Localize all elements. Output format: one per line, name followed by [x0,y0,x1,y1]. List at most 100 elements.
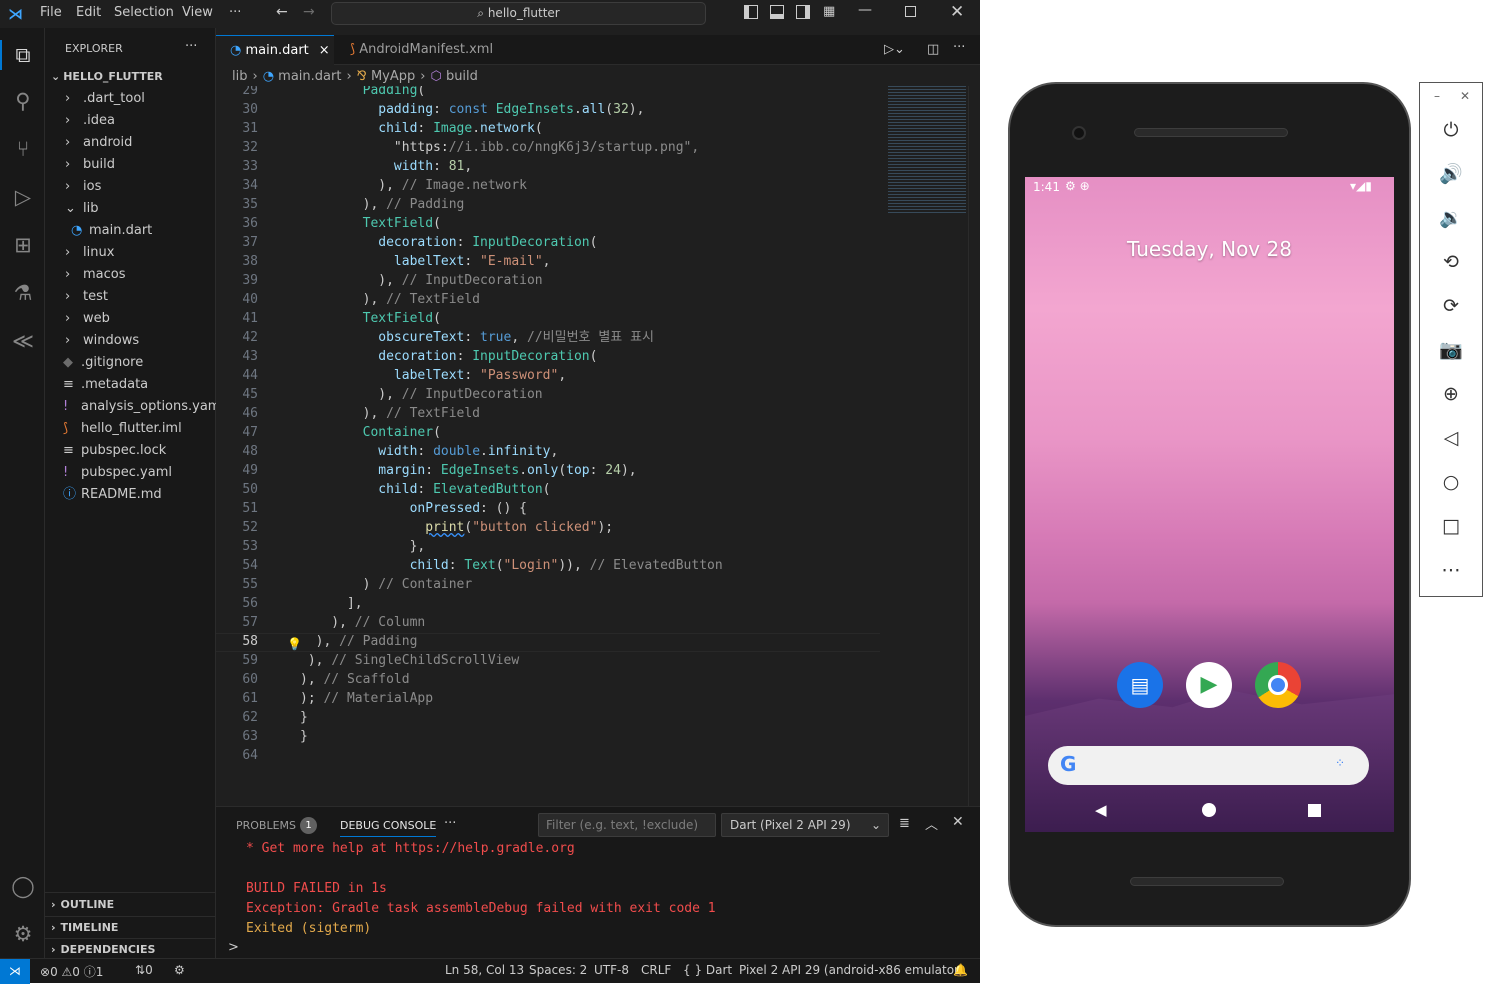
dependencies-section[interactable]: › DEPENDENCIES [45,938,216,960]
tab-problems[interactable]: PROBLEMS [236,819,296,832]
ports-status[interactable]: ⇅0 [135,963,153,977]
menu-edit[interactable]: Edit [76,5,101,20]
account-icon[interactable]: ◯ [10,873,36,899]
tree-item[interactable]: › ios [45,176,216,198]
settings-gear-icon[interactable]: ⚙ [10,921,36,947]
maximize-panel-icon[interactable]: ︿ [925,814,938,833]
code-editor[interactable]: 💡 29 Padding(30 padding: const EdgeInset… [216,86,980,806]
code-line[interactable]: ), // Padding [300,632,418,651]
tree-item[interactable]: ! pubspec.yaml [45,462,216,484]
tab-android-manifest[interactable]: ⟆ AndroidManifest.xml [336,35,511,65]
explorer-more-icon[interactable]: ··· [185,39,197,54]
play-store-app-icon[interactable]: ▶ [1186,662,1232,708]
code-line[interactable]: width: 81, [300,157,472,176]
code-line[interactable]: padding: const EdgeInsets.all(32), [300,100,644,119]
tree-item[interactable]: ⌄ lib [45,198,216,220]
code-line[interactable]: width: double.infinity, [300,442,558,461]
source-control-icon[interactable]: ⑂ [10,136,36,162]
code-line[interactable]: TextField( [300,309,441,328]
toggle-panel-icon[interactable] [770,5,784,19]
tree-item[interactable]: ≡ .metadata [45,374,216,396]
close-tab-icon[interactable]: × [319,43,330,58]
tree-item[interactable]: › macos [45,264,216,286]
cursor-position[interactable]: Ln 58, Col 13 [445,963,524,977]
code-line[interactable]: labelText: "Password", [300,366,566,385]
maximize-icon[interactable] [905,6,916,17]
close-icon[interactable]: ✕ [1460,89,1470,103]
code-line[interactable]: ), // SingleChildScrollView [300,651,519,670]
tree-item[interactable]: ⟆ hello_flutter.iml [45,418,216,440]
testing-icon[interactable]: ⚗ [10,280,36,306]
debug-target-select[interactable]: Dart (Pixel 2 API 29) ⌄ [721,813,889,837]
panel-more-icon[interactable]: ··· [444,816,456,831]
code-line[interactable]: }, [300,537,426,556]
crumb-class[interactable]: MyApp [371,69,415,84]
phone-screen[interactable]: 1:41 ⚙ ⊕ ▾◢▮ Tuesday, Nov 28 ▤ ▶ G ⁘ ◀ [1025,177,1394,832]
tree-item[interactable]: ◆ .gitignore [45,352,216,374]
layout-icon[interactable]: ▦ [823,4,835,19]
toggle-sidebar-icon[interactable] [744,5,758,19]
more-icon[interactable]: ⋯ [1436,557,1466,583]
minimize-icon[interactable]: – [1434,89,1440,103]
code-line[interactable]: print("button clicked"); [300,518,613,537]
language-mode[interactable]: { } Dart [683,963,732,977]
line-ending[interactable]: CRLF [641,963,671,977]
chrome-app-icon[interactable] [1255,662,1301,708]
code-line[interactable]: decoration: InputDecoration( [300,347,597,366]
code-line[interactable]: onPressed: () { [300,499,527,518]
assistant-icon[interactable]: ⁘ [1335,756,1345,770]
minimap[interactable] [888,86,966,214]
code-line[interactable]: child: Text("Login")), // ElevatedButton [300,556,723,575]
tree-item[interactable]: › .dart_tool [45,88,216,110]
notifications-icon[interactable]: 🔔 [953,963,968,977]
code-line[interactable]: } [300,708,308,727]
code-line[interactable]: TextField( [300,214,441,233]
code-line[interactable]: Container( [300,423,441,442]
crumb-method[interactable]: build [446,69,478,84]
zoom-icon[interactable]: ⊕ [1436,381,1466,407]
messages-app-icon[interactable]: ▤ [1117,662,1163,708]
menu-selection[interactable]: Selection [114,5,174,20]
device-selector[interactable]: Pixel 2 API 29 (android-x86 emulator) [739,963,964,977]
minimize-icon[interactable]: — [858,2,872,18]
tree-item[interactable]: › linux [45,242,216,264]
run-debug-icon[interactable]: ▷ [10,184,36,210]
code-line[interactable]: "https://i.ibb.co/nngK6j3/startup.png", [300,138,699,157]
menu-file[interactable]: File [40,5,62,20]
console-prompt[interactable]: > [228,940,239,955]
menu-view[interactable]: View [182,5,213,20]
remote-icon[interactable]: ⋊ [0,959,30,984]
code-line[interactable]: labelText: "E-mail", [300,252,551,271]
code-line[interactable]: ), // TextField [300,290,480,309]
crumb-file[interactable]: main.dart [278,69,341,84]
code-line[interactable]: child: Image.network( [300,119,542,138]
code-line[interactable]: ), // InputDecoration [300,385,542,404]
code-line[interactable]: ), // Scaffold [300,670,410,689]
split-editor-icon[interactable]: ◫ [927,42,939,57]
tree-item[interactable]: ≡ pubspec.lock [45,440,216,462]
screenshot-icon[interactable]: 📷 [1436,337,1466,363]
editor-more-icon[interactable]: ··· [953,40,965,55]
tree-item[interactable]: › test [45,286,216,308]
command-center-search[interactable]: ⌕ hello_flutter [331,2,706,25]
overview-icon[interactable]: □ [1436,513,1466,539]
encoding[interactable]: UTF-8 [594,963,629,977]
code-line[interactable]: Padding( [300,86,426,100]
timeline-section[interactable]: › TIMELINE [45,916,216,938]
crumb-lib[interactable]: lib [232,69,247,84]
code-line[interactable]: ], [300,594,363,613]
code-line[interactable]: ), // TextField [300,404,480,423]
tab-debug-console[interactable]: DEBUG CONSOLE [340,819,437,837]
code-line[interactable]: ) // Container [300,575,473,594]
tree-item[interactable]: › .idea [45,110,216,132]
close-panel-icon[interactable]: ✕ [952,814,964,830]
toggle-secondary-sidebar-icon[interactable] [796,5,810,19]
nav-overview-icon[interactable] [1308,804,1321,817]
code-line[interactable]: ), // Image.network [300,176,527,195]
volume-down-icon[interactable]: 🔉 [1436,205,1466,231]
nav-home-icon[interactable] [1202,803,1216,817]
search-icon[interactable]: ⚲ [10,88,36,114]
scrollbar[interactable] [968,86,980,806]
back-icon[interactable]: ◁ [1436,425,1466,451]
run-dropdown-icon[interactable]: ▷⌄ [884,42,905,57]
